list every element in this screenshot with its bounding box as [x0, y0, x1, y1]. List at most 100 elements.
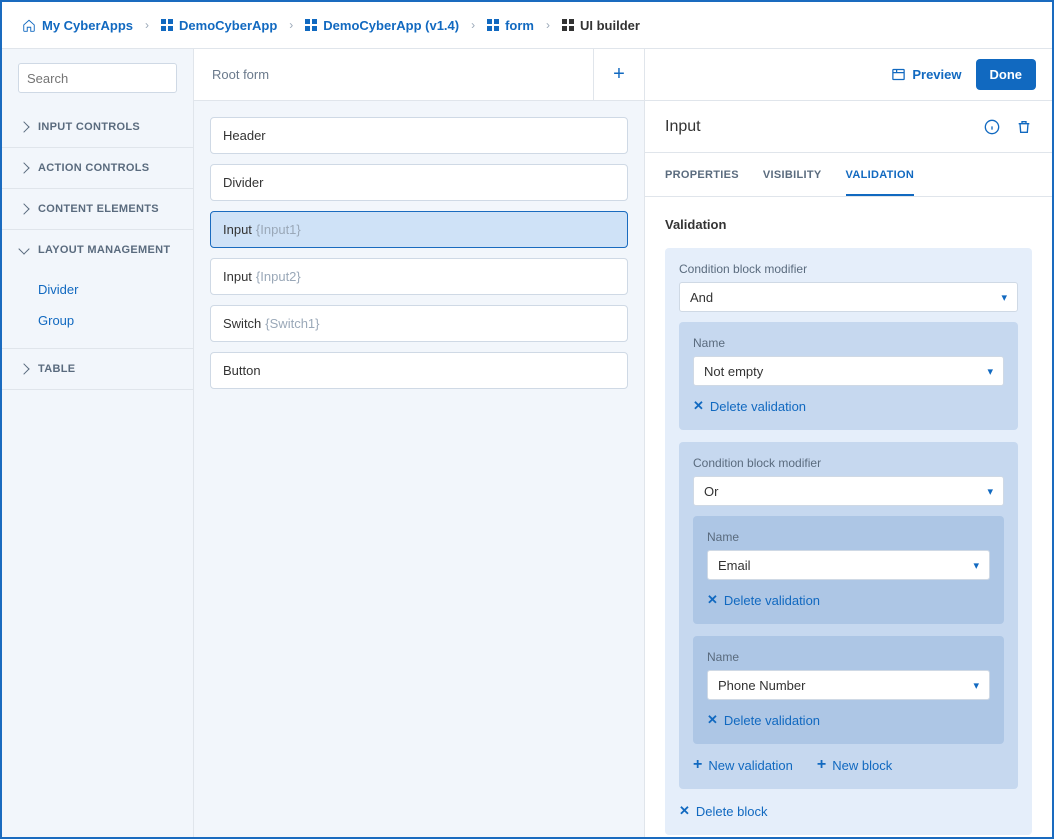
tab-properties[interactable]: PROPERTIES: [665, 155, 739, 195]
link-label: Delete validation: [724, 593, 820, 608]
chevron-down-icon: ▾: [987, 365, 993, 378]
breadcrumb-version[interactable]: DemoCyberApp (v1.4): [305, 18, 459, 33]
sidebar-item-group[interactable]: Group: [38, 305, 193, 336]
form-element-input1[interactable]: Input {Input1}: [210, 211, 628, 248]
info-icon[interactable]: [984, 119, 1000, 135]
plus-icon: +: [613, 63, 625, 86]
grid-icon: [305, 19, 317, 31]
category-input-controls: INPUT CONTROLS: [2, 107, 193, 148]
chevron-down-icon: [18, 243, 29, 254]
category-label: CONTENT ELEMENTS: [38, 203, 159, 215]
delete-validation-link[interactable]: ✕Delete validation: [707, 590, 990, 610]
tab-visibility[interactable]: VISIBILITY: [763, 155, 822, 195]
element-sub: {Switch1}: [265, 316, 319, 331]
preview-icon: [891, 67, 906, 82]
root-form-tab[interactable]: Root form: [194, 49, 594, 100]
field-label: Name: [693, 336, 1004, 350]
sidebar-item-divider[interactable]: Divider: [38, 274, 193, 305]
chevron-right-icon: ›: [546, 18, 550, 32]
category-label: LAYOUT MANAGEMENT: [38, 244, 170, 256]
breadcrumb-form[interactable]: form: [487, 18, 534, 33]
close-icon: ✕: [693, 398, 704, 414]
chevron-right-icon: ›: [471, 18, 475, 32]
inspector: Preview Done Input PROPERTIES VISIBILITY…: [645, 49, 1052, 837]
select-value: Phone Number: [718, 678, 805, 693]
link-label: Delete block: [696, 804, 768, 819]
breadcrumb-my-cyberapps[interactable]: My CyberApps: [22, 18, 133, 33]
search-box: [18, 63, 177, 93]
home-icon: [22, 18, 36, 32]
preview-button[interactable]: Preview: [891, 67, 961, 82]
tab-validation[interactable]: VALIDATION: [846, 155, 915, 195]
condition-block-and: Condition block modifier And ▾ Name Not …: [665, 248, 1032, 835]
plus-icon: +: [817, 759, 826, 772]
select-value: Not empty: [704, 364, 763, 379]
grid-icon: [161, 19, 173, 31]
element-sub: {Input2}: [256, 269, 301, 284]
element-label: Switch: [223, 316, 261, 331]
chevron-down-icon: ▾: [987, 485, 993, 498]
inspector-title: Input: [665, 118, 701, 136]
delete-icon[interactable]: [1016, 119, 1032, 135]
select-value: Email: [718, 558, 751, 573]
form-element-header[interactable]: Header: [210, 117, 628, 154]
canvas: Root form + Header Divider Input {Input1}…: [194, 49, 645, 837]
name-select-not-empty[interactable]: Not empty ▾: [693, 356, 1004, 386]
category-header[interactable]: INPUT CONTROLS: [2, 107, 193, 147]
chevron-right-icon: ›: [289, 18, 293, 32]
form-element-button[interactable]: Button: [210, 352, 628, 389]
category-label: TABLE: [38, 363, 75, 375]
preview-label: Preview: [912, 67, 961, 82]
element-label: Input: [223, 269, 252, 284]
form-element-switch1[interactable]: Switch {Switch1}: [210, 305, 628, 342]
name-select-phone[interactable]: Phone Number ▾: [707, 670, 990, 700]
chevron-right-icon: [18, 121, 29, 132]
chevron-right-icon: [18, 203, 29, 214]
field-label: Name: [707, 650, 990, 664]
new-block-link[interactable]: + New block: [817, 756, 892, 775]
delete-validation-link[interactable]: ✕ Delete validation: [707, 710, 990, 730]
add-tab-button[interactable]: +: [594, 49, 644, 100]
search-input[interactable]: [27, 71, 203, 86]
delete-block-link[interactable]: ✕Delete block: [679, 801, 1018, 821]
chevron-down-icon: ▾: [1001, 291, 1007, 304]
category-content-elements: CONTENT ELEMENTS: [2, 189, 193, 230]
element-label: Header: [223, 128, 266, 143]
form-element-divider[interactable]: Divider: [210, 164, 628, 201]
category-table: TABLE: [2, 349, 193, 390]
done-button[interactable]: Done: [976, 59, 1037, 90]
breadcrumb-current: UI builder: [562, 18, 640, 33]
close-icon: ✕: [707, 712, 718, 728]
sidebar: INPUT CONTROLS ACTION CONTROLS CONTENT E…: [2, 49, 194, 837]
delete-validation-link[interactable]: ✕ Delete validation: [693, 396, 1004, 416]
form-element-input2[interactable]: Input {Input2}: [210, 258, 628, 295]
category-header[interactable]: CONTENT ELEMENTS: [2, 189, 193, 229]
category-header[interactable]: TABLE: [2, 349, 193, 389]
modifier-select-and[interactable]: And ▾: [679, 282, 1018, 312]
select-value: Or: [704, 484, 718, 499]
category-label: ACTION CONTROLS: [38, 162, 149, 174]
validation-section-title: Validation: [665, 217, 1032, 232]
condition-block-or: Condition block modifier Or ▾ Name Email…: [679, 442, 1018, 789]
modifier-select-or[interactable]: Or ▾: [693, 476, 1004, 506]
chevron-right-icon: ›: [145, 18, 149, 32]
link-label: New block: [832, 758, 892, 773]
category-layout-management: LAYOUT MANAGEMENT Divider Group: [2, 230, 193, 349]
breadcrumb-app[interactable]: DemoCyberApp: [161, 18, 277, 33]
link-label: Delete validation: [724, 713, 820, 728]
validation-email: Name Email ▾ ✕Delete validation: [693, 516, 1004, 624]
breadcrumb-label: DemoCyberApp (v1.4): [323, 18, 459, 33]
chevron-right-icon: [18, 162, 29, 173]
field-label: Condition block modifier: [679, 262, 1018, 276]
category-header[interactable]: LAYOUT MANAGEMENT: [2, 230, 193, 270]
link-label: Delete validation: [710, 399, 806, 414]
name-select-email[interactable]: Email ▾: [707, 550, 990, 580]
validation-not-empty: Name Not empty ▾ ✕ Delete validation: [679, 322, 1018, 430]
element-sub: {Input1}: [256, 222, 301, 237]
chevron-down-icon: ▾: [973, 679, 979, 692]
new-validation-link[interactable]: +New validation: [693, 756, 793, 775]
element-label: Button: [223, 363, 261, 378]
grid-icon: [562, 19, 574, 31]
category-header[interactable]: ACTION CONTROLS: [2, 148, 193, 188]
element-label: Input: [223, 222, 252, 237]
